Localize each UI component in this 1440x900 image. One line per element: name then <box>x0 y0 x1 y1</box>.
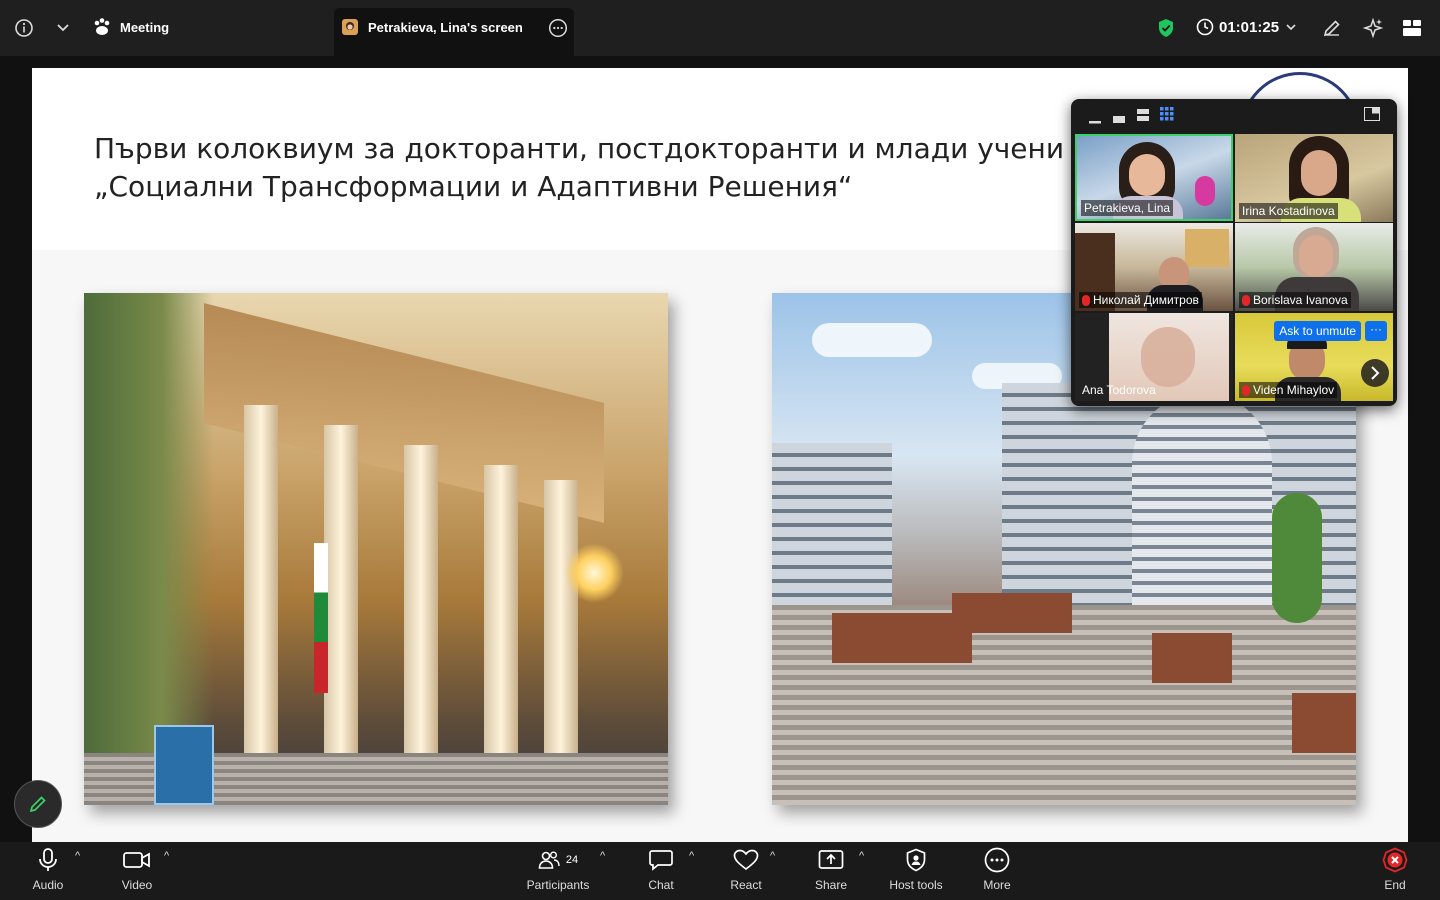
strip-view-icon[interactable] <box>1137 108 1149 126</box>
shield-icon <box>906 848 926 872</box>
chat-bubble-icon <box>649 850 673 871</box>
chevron-down-icon[interactable] <box>56 22 70 34</box>
muted-mic-icon <box>1082 294 1090 306</box>
exit-fullscreen-icon[interactable] <box>1364 107 1380 126</box>
ai-companion-sparkle-icon[interactable] <box>1362 17 1384 39</box>
participants-icon <box>538 851 560 869</box>
participants-count: 24 <box>565 854 579 866</box>
meeting-label: Meeting <box>120 19 170 35</box>
shared-screen-label: Petrakieva, Lina's screen <box>368 20 523 35</box>
share-screen-icon <box>818 850 844 869</box>
pencil-icon <box>29 796 46 813</box>
participant-name: Viden Mihaylov <box>1239 382 1338 398</box>
participant-tile[interactable]: Николай Димитров <box>1075 223 1233 311</box>
participants-label: Participants <box>526 878 590 892</box>
participants-options-caret-icon[interactable]: ^ <box>600 850 605 862</box>
view-grid-icon[interactable] <box>1402 18 1422 38</box>
muted-mic-icon <box>1242 294 1250 306</box>
participant-tile[interactable]: Ana Todorova <box>1075 313 1233 401</box>
participant-tile[interactable]: Borislava Ivanova <box>1235 223 1393 311</box>
video-gallery-panel[interactable]: Petrakieva, Lina Irina Kostadinova Никол… <box>1071 99 1397 406</box>
end-label: End <box>1384 878 1406 892</box>
participants-button[interactable]: 24 Participants <box>513 842 603 900</box>
timer-value: 01:01:25 <box>1219 18 1280 36</box>
react-button[interactable]: React <box>701 842 791 900</box>
presenter-avatar <box>342 19 358 35</box>
participant-name: Borislava Ivanova <box>1239 292 1351 308</box>
clock-icon <box>1196 18 1214 36</box>
host-tools-button[interactable]: Host tools <box>871 842 961 900</box>
ask-to-unmute-button[interactable]: Ask to unmute <box>1274 321 1361 341</box>
security-shield-icon[interactable] <box>1156 18 1176 38</box>
end-close-icon <box>1382 847 1408 873</box>
end-meeting-button[interactable]: End <box>1350 842 1440 900</box>
slide-title-line2: „Социални Трансформации и Адаптивни Реше… <box>94 170 853 203</box>
host-tools-label: Host tools <box>889 878 943 892</box>
annotate-button[interactable] <box>14 780 62 828</box>
more-button[interactable]: More <box>952 842 1042 900</box>
video-options-caret-icon[interactable]: ^ <box>164 850 169 862</box>
meeting-menu[interactable]: Meeting <box>92 17 169 37</box>
meeting-controls-toolbar: Audio ^ Video ^ 24 Participants ^ Chat ^… <box>0 842 1440 900</box>
annotate-pencil-icon[interactable] <box>1322 18 1342 38</box>
participant-name: Николай Димитров <box>1079 292 1202 308</box>
participant-name: Ana Todorova <box>1082 383 1156 397</box>
minimize-icon[interactable] <box>1089 111 1101 129</box>
chevron-down-icon <box>1286 24 1296 31</box>
tile-more-button[interactable]: ··· <box>1365 321 1387 341</box>
participant-name: Petrakieva, Lina <box>1081 200 1174 216</box>
more-options-icon[interactable] <box>548 18 568 38</box>
audio-options-caret-icon[interactable]: ^ <box>75 850 80 862</box>
heart-icon <box>733 849 759 871</box>
share-label: Share <box>814 878 848 892</box>
video-camera-icon <box>123 852 150 868</box>
chat-label: Chat <box>648 878 674 892</box>
muted-mic-icon <box>1242 384 1250 396</box>
meeting-timer[interactable]: 01:01:25 <box>1196 18 1297 36</box>
info-icon[interactable] <box>14 18 34 38</box>
audio-label: Audio <box>32 878 64 892</box>
video-label: Video <box>121 878 153 892</box>
next-page-chevron-icon[interactable] <box>1361 359 1389 387</box>
participant-tile[interactable]: Petrakieva, Lina <box>1075 134 1233 221</box>
paw-icon <box>94 18 110 35</box>
more-label: More <box>983 878 1011 892</box>
share-options-caret-icon[interactable]: ^ <box>859 850 864 862</box>
more-dots-icon <box>984 847 1010 873</box>
participant-name: Irina Kostadinova <box>1239 203 1338 219</box>
participant-tile[interactable]: Ask to unmute ··· Viden Mihaylov <box>1235 313 1393 401</box>
microphone-icon <box>39 848 57 871</box>
slide-title: Първи колоквиум за докторанти, постдокто… <box>94 130 1074 206</box>
participant-tile[interactable]: Irina Kostadinova <box>1235 134 1393 222</box>
gallery-toolbar <box>1071 99 1397 131</box>
slide-title-line1: Първи колоквиум за докторанти, постдокто… <box>94 132 1065 165</box>
react-label: React <box>730 878 762 892</box>
university-building-photo <box>84 293 668 805</box>
gallery-view-icon[interactable] <box>1160 107 1174 126</box>
speaker-view-icon[interactable] <box>1113 111 1125 129</box>
meeting-top-bar: Meeting Petrakieva, Lina's screen 01:01:… <box>0 0 1440 56</box>
react-options-caret-icon[interactable]: ^ <box>770 850 775 862</box>
chat-options-caret-icon[interactable]: ^ <box>689 850 694 862</box>
